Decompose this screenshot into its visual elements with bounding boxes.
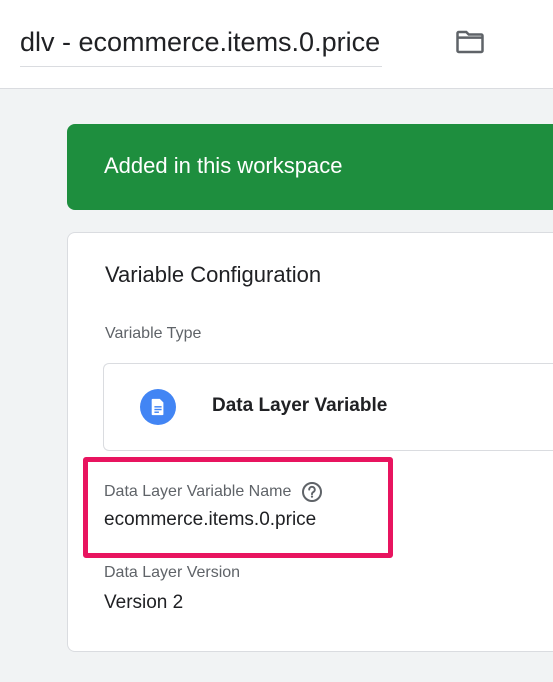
variable-name-value: ecommerce.items.0.price [104, 509, 317, 530]
variable-title-field[interactable]: dlv - ecommerce.items.0.price [20, 22, 383, 67]
variable-title[interactable]: dlv - ecommerce.items.0.price [20, 22, 380, 62]
variable-name-label: Data Layer Variable Name [104, 481, 323, 503]
header-bar: dlv - ecommerce.items.0.price [0, 0, 553, 89]
banner-text: Added in this workspace [104, 153, 343, 178]
version-label: Data Layer Version [104, 564, 241, 581]
variable-type-name: Data Layer Variable [212, 395, 388, 416]
variable-configuration-card: Variable Configuration Variable Type Dat… [67, 232, 553, 652]
version-value: Version 2 [104, 592, 184, 613]
variable-type-label: Variable Type [105, 325, 202, 342]
folder-icon[interactable] [452, 26, 488, 58]
help-icon[interactable] [301, 481, 323, 503]
variable-name-label-text: Data Layer Variable Name [104, 483, 292, 500]
workspace-status-banner: Added in this workspace [67, 124, 553, 210]
card-title: Variable Configuration [105, 262, 322, 287]
highlight-box [83, 457, 393, 558]
variable-type-selector[interactable]: Data Layer Variable [103, 363, 553, 451]
document-icon [140, 389, 176, 425]
